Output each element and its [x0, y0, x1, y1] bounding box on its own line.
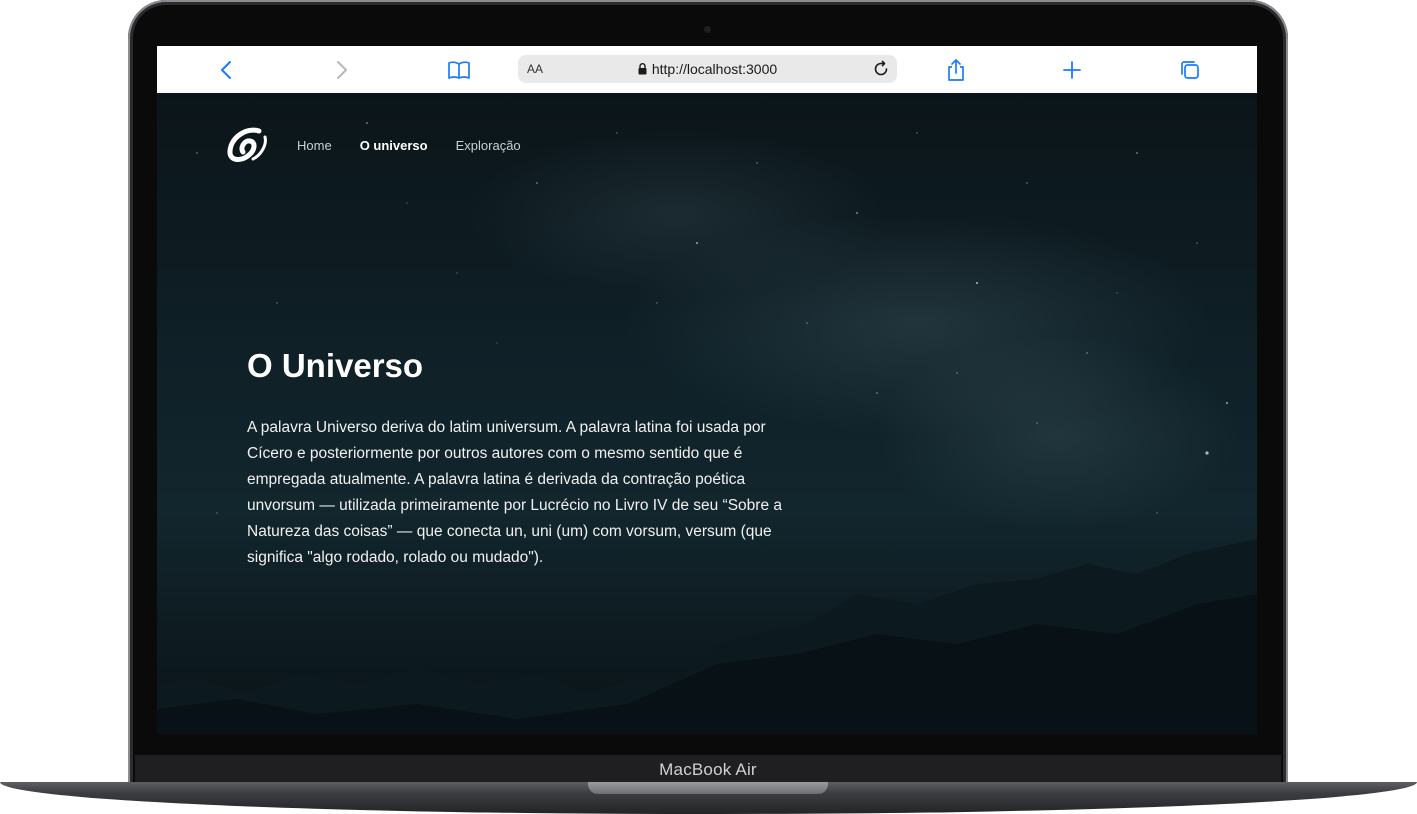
nav-link-exploracao[interactable]: Exploração	[456, 138, 521, 153]
reload-icon[interactable]	[871, 59, 891, 79]
hero-paragraph: A palavra Universo deriva do latim unive…	[247, 419, 783, 566]
camera	[704, 26, 711, 33]
safari-toolbar: AA http://localhost:3000	[157, 46, 1257, 94]
lock-icon	[638, 62, 647, 78]
site-nav: Home O universo Exploração	[225, 125, 549, 165]
forward-icon[interactable]	[328, 56, 356, 84]
share-icon[interactable]	[942, 56, 970, 84]
laptop-notch	[588, 782, 828, 794]
page-title: O Universo	[247, 347, 424, 384]
browser-window: AA http://localhost:3000 Home O universo…	[157, 46, 1257, 734]
url-display[interactable]: http://localhost:3000	[518, 61, 897, 78]
nav-link-o-universo[interactable]: O universo	[360, 138, 428, 153]
back-icon[interactable]	[212, 56, 240, 84]
device-label: MacBook Air	[659, 760, 757, 779]
site-logo-icon[interactable]	[225, 125, 269, 165]
nav-link-home[interactable]: Home	[297, 138, 332, 153]
bookmarks-icon[interactable]	[445, 56, 473, 84]
address-bar[interactable]: AA http://localhost:3000	[518, 55, 897, 83]
laptop-chin: MacBook Air	[135, 755, 1281, 783]
tabs-icon[interactable]	[1176, 56, 1204, 84]
new-tab-icon[interactable]	[1058, 56, 1086, 84]
url-text: http://localhost:3000	[651, 61, 778, 77]
web-page: Home O universo Exploração O Universo A …	[157, 93, 1257, 734]
